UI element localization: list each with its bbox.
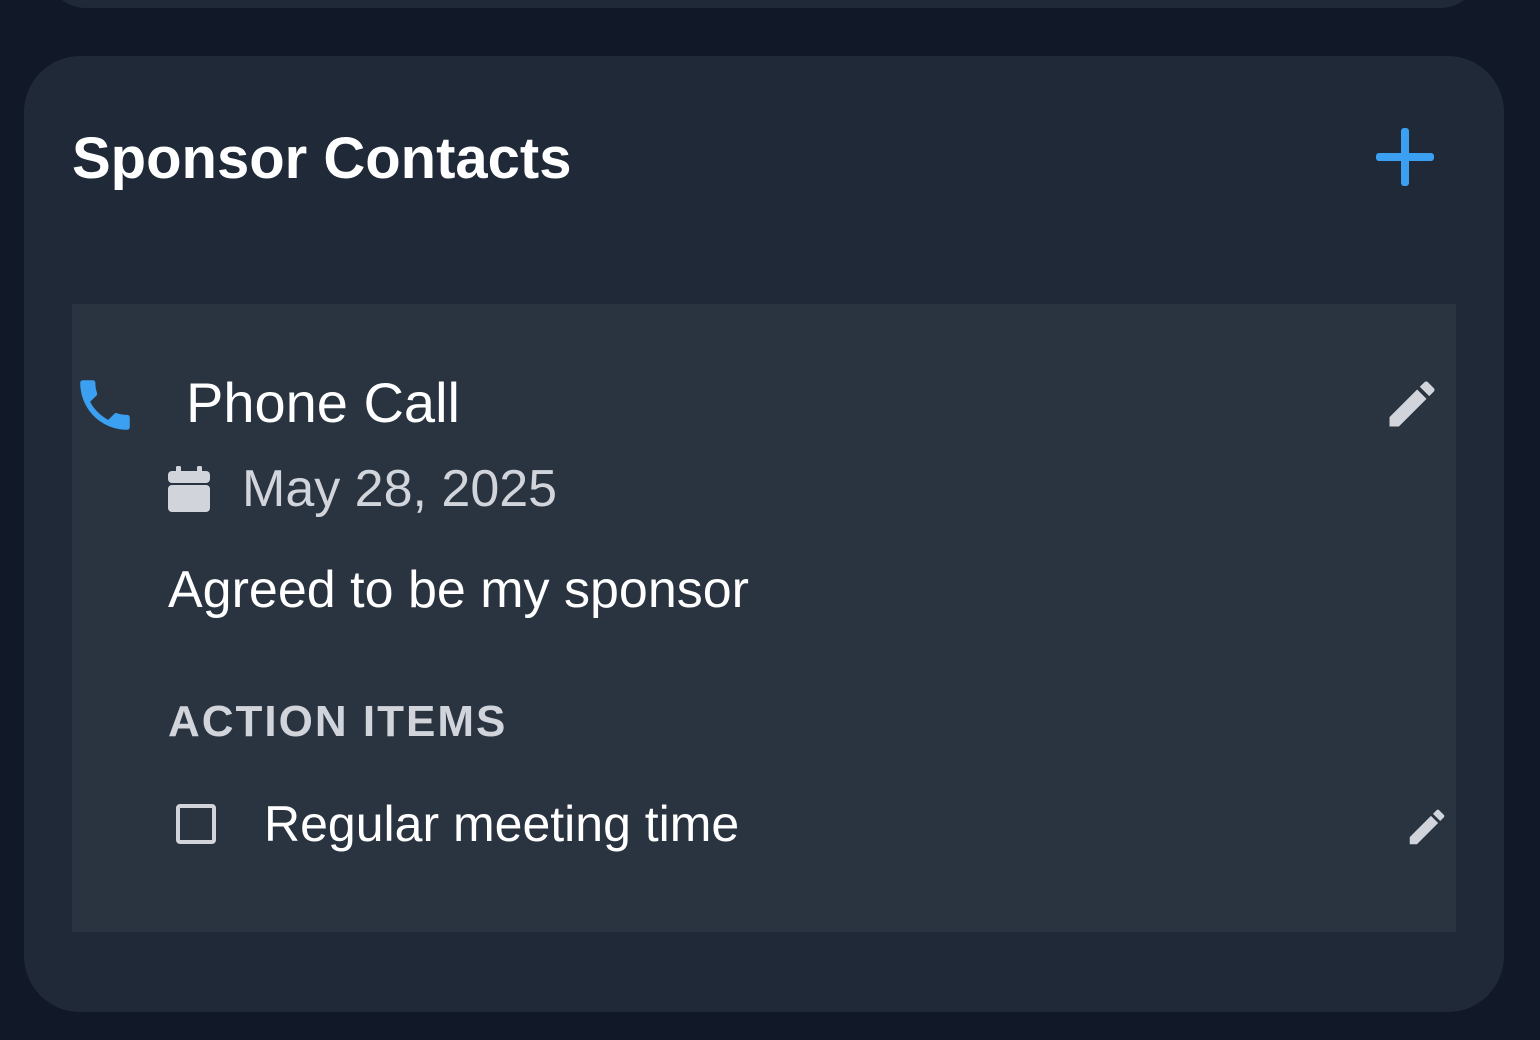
action-item-checkbox[interactable]	[176, 804, 216, 844]
edit-contact-button[interactable]	[1382, 374, 1442, 434]
action-items-heading: ACTION ITEMS	[168, 697, 508, 746]
previous-card-edge	[46, 0, 1480, 8]
contact-type: Phone Call	[186, 371, 460, 434]
phone-icon	[72, 372, 138, 438]
calendar-icon	[168, 466, 210, 512]
action-item: Regular meeting time	[168, 792, 1456, 862]
pencil-icon	[1389, 381, 1435, 427]
pencil-icon	[1409, 809, 1445, 845]
contact-note: Agreed to be my sponsor	[168, 561, 749, 619]
section-title: Sponsor Contacts	[72, 126, 572, 191]
action-item-label: Regular meeting time	[264, 796, 740, 852]
plus-icon	[1376, 128, 1434, 186]
edit-action-item-button[interactable]	[1404, 804, 1450, 850]
contact-date: May 28, 2025	[242, 460, 558, 518]
add-contact-button[interactable]	[1370, 122, 1440, 192]
contact-entry: Phone Call May 28, 2025 Agreed to be my …	[72, 304, 1456, 932]
sponsor-contacts-card: Sponsor Contacts Phone Call May 28, 2025…	[24, 56, 1504, 1012]
